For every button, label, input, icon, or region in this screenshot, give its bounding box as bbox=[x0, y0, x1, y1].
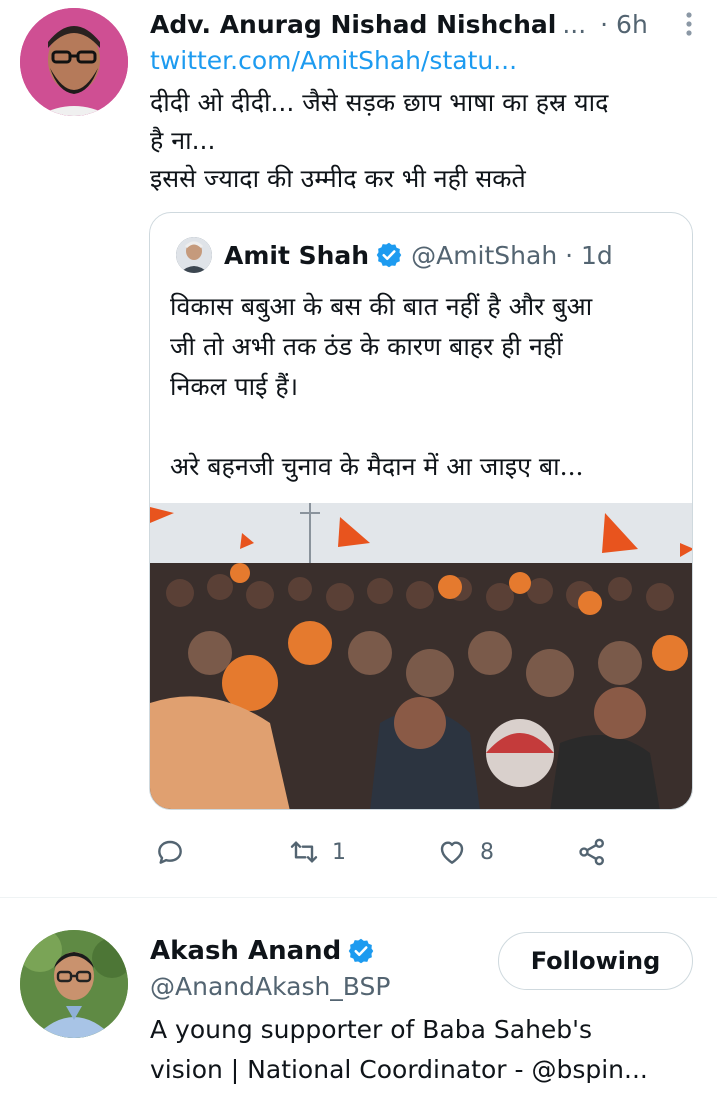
user-handle: @AnandAkash_BSP bbox=[150, 972, 391, 1001]
verified-badge-icon bbox=[376, 242, 402, 268]
tweet[interactable]: Adv. Anurag Nishad Nishchal ... · 6h twi… bbox=[0, 0, 717, 897]
user-bio: A young supporter of Baba Saheb's vision… bbox=[150, 1015, 648, 1084]
like-button[interactable]: 8 bbox=[436, 830, 494, 874]
share-icon bbox=[579, 838, 604, 866]
tweet-time[interactable]: · 6h bbox=[600, 10, 648, 39]
tweet-header: Adv. Anurag Nishad Nishchal ... · 6h bbox=[150, 4, 697, 44]
retweet-count: 1 bbox=[332, 839, 346, 865]
quoted-handle-time: @AmitShah · 1d bbox=[411, 240, 613, 270]
more-vertical-icon[interactable] bbox=[681, 8, 697, 40]
quoted-tweet-header: Amit Shah @AmitShah · 1d bbox=[176, 235, 613, 275]
quoted-tweet-text: विकास बबुआ के बस की बात नहीं है और बुआ ज… bbox=[170, 292, 593, 481]
quoted-tweet-image[interactable] bbox=[150, 503, 692, 809]
verified-badge-icon bbox=[349, 938, 374, 964]
reply-icon bbox=[158, 840, 182, 864]
quoted-author-avatar[interactable] bbox=[176, 237, 212, 273]
retweet-button[interactable]: 1 bbox=[288, 830, 346, 874]
author-avatar[interactable] bbox=[20, 8, 128, 116]
like-count: 8 bbox=[480, 839, 494, 865]
author-name[interactable]: Adv. Anurag Nishad Nishchal bbox=[150, 10, 556, 39]
user-name-row: Akash Anand bbox=[150, 932, 375, 970]
quoted-author-name[interactable]: Amit Shah bbox=[224, 241, 369, 270]
tweet-actions: 1 8 bbox=[150, 830, 630, 874]
heart-icon bbox=[440, 841, 464, 864]
tweet-link[interactable]: twitter.com/AmitShah/statu... bbox=[150, 46, 517, 75]
reply-button[interactable] bbox=[154, 830, 186, 874]
retweet-icon bbox=[290, 841, 318, 863]
following-button[interactable]: Following bbox=[498, 932, 693, 990]
share-button[interactable] bbox=[576, 830, 608, 874]
quoted-tweet[interactable]: Amit Shah @AmitShah · 1d विकास बबुआ के ब… bbox=[149, 212, 693, 810]
user-avatar[interactable] bbox=[20, 930, 128, 1038]
user-name[interactable]: Akash Anand bbox=[150, 936, 341, 966]
tweet-text: दीदी ओ दीदी... जैसे सड़क छाप भाषा का हस्… bbox=[150, 88, 609, 193]
user-card[interactable]: Akash Anand @AnandAkash_BSP Following A … bbox=[0, 898, 717, 1102]
name-ellipsis: ... bbox=[562, 9, 587, 39]
